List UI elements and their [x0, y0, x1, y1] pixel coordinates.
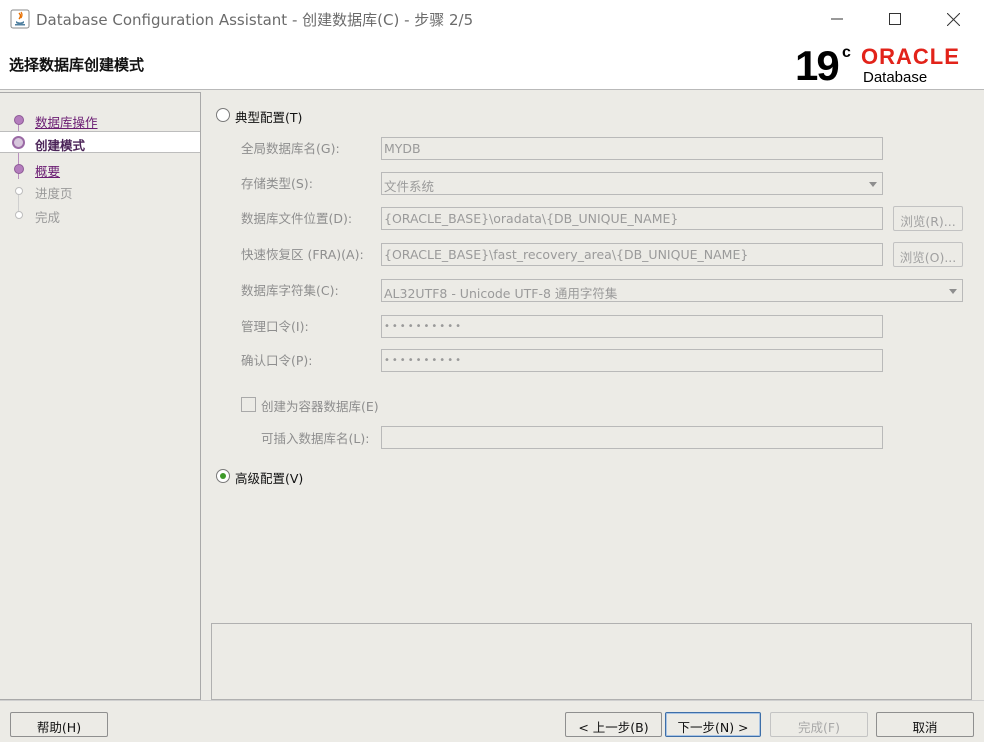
pdb-name-field[interactable]	[381, 426, 883, 449]
advanced-config-radio[interactable]	[216, 469, 230, 483]
description-area	[211, 623, 972, 700]
button-bar: 帮助(H) < 上一步(B) 下一步(N) > 完成(F) 取消	[0, 700, 984, 742]
confirm-password-label: 确认口令(P):	[241, 353, 313, 368]
step-label: 概要	[35, 164, 61, 179]
admin-password-field[interactable]: ••••••••••	[381, 315, 883, 338]
step-summary[interactable]: 概要	[0, 158, 200, 180]
java-app-icon	[10, 9, 30, 29]
logo-version: 19	[795, 42, 840, 89]
content-panel: 典型配置(T) 全局数据库名(G): MYDB 存储类型(S): 文件系统 数据…	[201, 90, 984, 700]
advanced-config-label: 高级配置(V)	[235, 471, 304, 486]
step-current-icon	[12, 136, 25, 149]
db-file-location-field[interactable]: {ORACLE_BASE}\oradata\{DB_UNIQUE_NAME}	[381, 207, 883, 230]
container-db-checkbox[interactable]	[241, 397, 256, 412]
step-pending-icon	[15, 211, 23, 219]
db-file-location-label: 数据库文件位置(D):	[241, 211, 353, 226]
logo-product: Database	[863, 69, 928, 86]
fra-field[interactable]: {ORACLE_BASE}\fast_recovery_area\{DB_UNI…	[381, 243, 883, 266]
global-db-name-label: 全局数据库名(G):	[241, 141, 340, 156]
maximize-icon	[889, 13, 901, 25]
close-icon	[946, 12, 960, 26]
storage-type-label: 存储类型(S):	[241, 176, 313, 191]
logo-version-sup: c	[842, 44, 851, 61]
help-button[interactable]: 帮助(H)	[10, 712, 108, 737]
step-label: 进度页	[35, 186, 73, 201]
chevron-down-icon	[869, 182, 877, 187]
container-db-label: 创建为容器数据库(E)	[261, 399, 379, 414]
storage-type-value: 文件系统	[384, 179, 435, 194]
browse-db-location-button[interactable]: 浏览(R)...	[893, 206, 963, 231]
step-label: 完成	[35, 210, 61, 225]
cancel-button[interactable]: 取消	[876, 712, 974, 737]
steps-panel: 数据库操作 创建模式 概要 进度页 完成	[0, 92, 201, 700]
chevron-down-icon	[949, 289, 957, 294]
step-creation-mode[interactable]: 创建模式	[0, 131, 200, 153]
step-done-icon	[14, 115, 24, 125]
step-progress: 进度页	[0, 180, 200, 202]
page-header: 选择数据库创建模式 19 c ORACLE Database	[0, 38, 984, 90]
confirm-password-field[interactable]: ••••••••••	[381, 349, 883, 372]
charset-label: 数据库字符集(C):	[241, 283, 339, 298]
admin-password-label: 管理口令(I):	[241, 319, 309, 334]
pdb-name-label: 可插入数据库名(L):	[261, 431, 370, 446]
window-title: Database Configuration Assistant - 创建数据库…	[36, 11, 474, 29]
minimize-icon	[831, 18, 843, 20]
storage-type-select[interactable]: 文件系统	[381, 172, 883, 195]
next-button[interactable]: 下一步(N) >	[665, 712, 761, 737]
maximize-button[interactable]	[866, 0, 924, 38]
charset-value: AL32UTF8 - Unicode UTF-8 通用字符集	[384, 286, 618, 301]
logo-brand: ORACLE	[861, 44, 960, 69]
fra-label: 快速恢复区 (FRA)(A):	[241, 247, 364, 262]
browse-fra-button[interactable]: 浏览(O)...	[893, 242, 963, 267]
step-finish: 完成	[0, 204, 200, 226]
typical-config-radio[interactable]	[216, 108, 230, 122]
minimize-button[interactable]	[808, 0, 866, 38]
title-bar: Database Configuration Assistant - 创建数据库…	[0, 0, 984, 38]
step-database-operation[interactable]: 数据库操作	[0, 109, 200, 131]
typical-config-label: 典型配置(T)	[235, 110, 303, 125]
page-title: 选择数据库创建模式	[9, 56, 145, 74]
step-pending-icon	[15, 187, 23, 195]
main-area: 数据库操作 创建模式 概要 进度页 完成 典型配置(T) 全局数据库名(G): …	[0, 90, 984, 700]
finish-button[interactable]: 完成(F)	[770, 712, 868, 737]
step-done-icon	[14, 164, 24, 174]
global-db-name-field[interactable]: MYDB	[381, 137, 883, 160]
step-label: 数据库操作	[35, 115, 98, 130]
back-button[interactable]: < 上一步(B)	[565, 712, 662, 737]
close-button[interactable]	[924, 0, 982, 38]
oracle-database-logo: 19 c ORACLE Database	[795, 42, 975, 89]
charset-select[interactable]: AL32UTF8 - Unicode UTF-8 通用字符集	[381, 279, 963, 302]
step-label: 创建模式	[35, 138, 86, 153]
